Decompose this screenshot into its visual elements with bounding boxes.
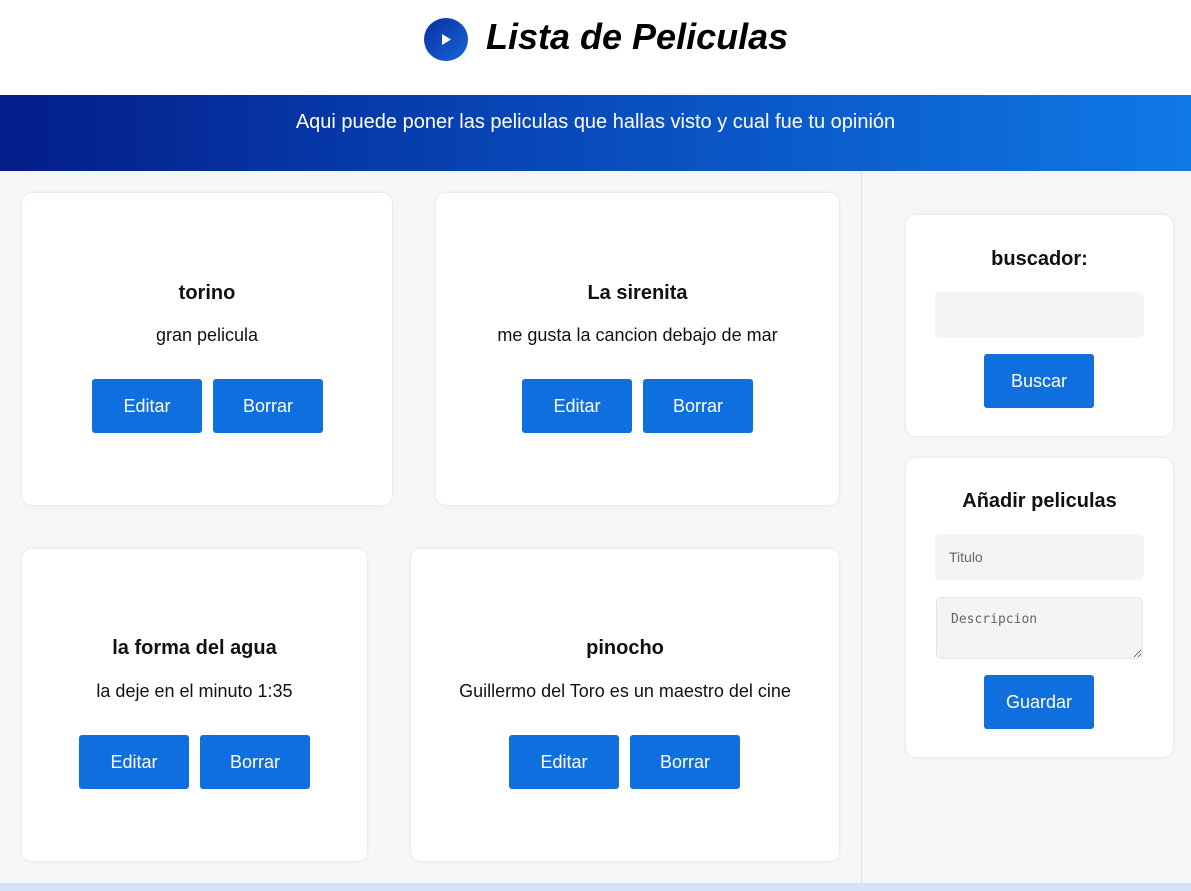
search-heading: buscador: xyxy=(991,248,1088,270)
movie-title: La sirenita xyxy=(587,282,688,304)
add-movie-heading: Añadir peliculas xyxy=(962,490,1117,512)
movie-description: la deje en el minuto 1:35 xyxy=(96,681,293,701)
edit-button[interactable]: Editar xyxy=(509,735,619,789)
delete-button[interactable]: Borrar xyxy=(200,735,310,789)
banner-text: Aqui puede poner las peliculas que halla… xyxy=(295,111,896,133)
delete-button[interactable]: Borrar xyxy=(630,735,740,789)
edit-button[interactable]: Editar xyxy=(79,735,189,789)
play-icon xyxy=(424,18,468,61)
add-movie-panel: Añadir peliculas Guardar xyxy=(906,458,1173,757)
delete-button[interactable]: Borrar xyxy=(213,379,323,433)
edit-button[interactable]: Editar xyxy=(522,379,632,433)
search-input[interactable] xyxy=(935,292,1144,338)
movie-card: La sirenita me gusta la cancion debajo d… xyxy=(436,193,839,505)
movie-title: pinocho xyxy=(586,637,664,659)
movie-description: Guillermo del Toro es un maestro del cin… xyxy=(459,681,791,701)
movie-card: la forma del agua la deje en el minuto 1… xyxy=(22,549,367,861)
save-button[interactable]: Guardar xyxy=(984,675,1094,729)
description-textarea[interactable] xyxy=(936,597,1143,659)
movie-card: pinocho Guillermo del Toro es un maestro… xyxy=(411,549,839,861)
movie-title: torino xyxy=(178,282,236,304)
movie-description: me gusta la cancion debajo de mar xyxy=(497,325,778,345)
page-title: Lista de Peliculas xyxy=(486,16,789,57)
movie-title: la forma del agua xyxy=(112,637,277,659)
movie-description: gran pelicula xyxy=(155,325,259,345)
edit-button[interactable]: Editar xyxy=(92,379,202,433)
bottom-strip xyxy=(0,883,1191,891)
movie-card: torino gran pelicula Editar Borrar xyxy=(22,193,392,505)
title-input[interactable] xyxy=(935,534,1144,580)
banner: Aqui puede poner las peliculas que halla… xyxy=(0,95,1191,171)
search-panel: buscador: Buscar xyxy=(906,215,1173,436)
top-header: Lista de Peliculas xyxy=(0,0,1191,95)
delete-button[interactable]: Borrar xyxy=(643,379,753,433)
search-button[interactable]: Buscar xyxy=(984,354,1094,408)
